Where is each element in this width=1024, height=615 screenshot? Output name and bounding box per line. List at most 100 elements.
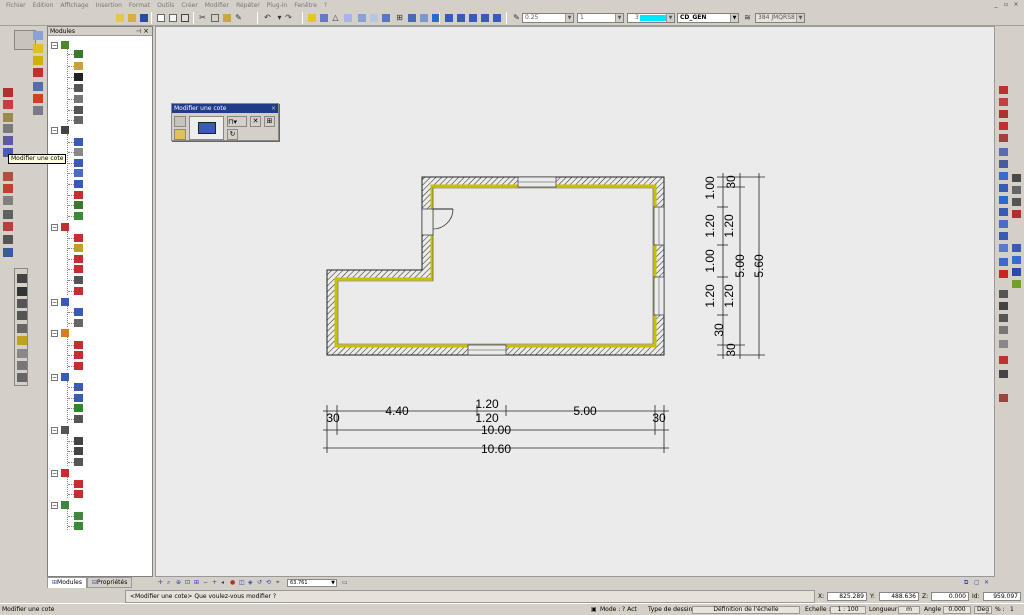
plan-icon[interactable]	[368, 12, 379, 23]
edit-tool-13-icon[interactable]	[999, 232, 1008, 240]
tab-properties[interactable]: ⊟Propriétés	[86, 577, 133, 588]
dim-bottom-5[interactable]: 30	[652, 411, 666, 425]
scale-value[interactable]: 1 : 100	[830, 606, 866, 614]
snap-angle-icon[interactable]	[3, 210, 13, 219]
paint-icon[interactable]	[418, 12, 429, 23]
percent-value[interactable]: 1	[1010, 606, 1014, 614]
window-d-icon[interactable]	[479, 12, 490, 23]
undo-icon[interactable]: ↶	[262, 12, 273, 23]
window-maximize-icon[interactable]: ▢	[974, 579, 981, 586]
dim-linear-icon[interactable]	[17, 274, 27, 283]
window-e-icon[interactable]	[491, 12, 502, 23]
edit-tool-2-icon[interactable]	[999, 98, 1008, 106]
module-item-icon[interactable]	[74, 265, 83, 273]
module-item-icon[interactable]	[74, 169, 83, 177]
dim-diameter-icon[interactable]	[17, 373, 27, 382]
edit-tool-6-icon[interactable]	[999, 148, 1008, 156]
dim-right-1[interactable]: 1.00	[703, 176, 717, 200]
dim-type-dropdown[interactable]: ⊓▾	[227, 116, 247, 127]
module-item-icon[interactable]	[74, 95, 83, 103]
menu-help[interactable]: ?	[324, 2, 327, 9]
module-item-icon[interactable]	[74, 480, 83, 488]
zoom-level-icon[interactable]: ⌖	[276, 579, 283, 586]
trim-tool-icon[interactable]	[1012, 210, 1021, 218]
dim-bottom-total-inner[interactable]: 10.00	[481, 423, 511, 437]
module-item-icon[interactable]	[74, 73, 83, 81]
dim-right-outer-total[interactable]: 5.60	[752, 254, 766, 278]
edit-tool-4-icon[interactable]	[999, 122, 1008, 130]
id-value[interactable]: 959.097	[983, 592, 1021, 601]
tree-collapse-icon[interactable]: −	[51, 470, 58, 477]
modify-dim-icon[interactable]	[999, 356, 1008, 364]
module-item-icon[interactable]	[74, 351, 83, 359]
dim-right-4[interactable]: 1.20	[703, 284, 717, 308]
zoom-all-icon[interactable]: ⊞	[194, 579, 201, 586]
line-type-select[interactable]: 1 ▼	[577, 13, 624, 23]
redraw-icon[interactable]: ●	[230, 579, 237, 586]
dim-arrow-icon[interactable]	[17, 287, 27, 296]
module-item-icon[interactable]	[74, 201, 83, 209]
dimension-style-button[interactable]	[189, 116, 224, 140]
align-icon[interactable]: ⊞	[264, 116, 275, 127]
dim-right-bottom[interactable]: 30	[724, 343, 738, 357]
module-group-icon[interactable]	[61, 41, 69, 49]
snap-ortho-icon[interactable]	[3, 222, 13, 231]
select-icon[interactable]	[33, 31, 43, 40]
module-item-icon[interactable]	[74, 415, 83, 423]
module-item-icon[interactable]	[74, 341, 83, 349]
module-item-icon[interactable]	[74, 106, 83, 114]
construct-icon[interactable]	[33, 68, 43, 77]
dim-bottom-1[interactable]: 30	[326, 411, 340, 425]
dim-right-2b[interactable]: 1.20	[722, 214, 736, 238]
copy-icon[interactable]	[167, 12, 178, 23]
layer-count-field[interactable]: 384 JMQRS8 ▼	[755, 13, 805, 23]
pencil-icon[interactable]	[33, 56, 43, 65]
dim-right-5[interactable]: 30	[712, 323, 726, 337]
dim-right-3[interactable]: 1.00	[703, 249, 717, 273]
module-item-icon[interactable]	[74, 138, 83, 146]
dim-cross-icon[interactable]	[17, 299, 27, 308]
x-coordinate[interactable]: 825.289	[827, 592, 867, 601]
module-item-icon[interactable]	[74, 458, 83, 466]
object-icon[interactable]: ⊞	[394, 12, 405, 23]
tree-collapse-icon[interactable]: −	[51, 502, 58, 509]
module-group-icon[interactable]	[61, 126, 69, 134]
mode-value[interactable]: ? Act	[622, 606, 637, 614]
module-item-icon[interactable]	[74, 394, 83, 402]
module-item-icon[interactable]	[74, 447, 83, 455]
sum-tool-icon[interactable]	[1012, 268, 1021, 276]
dim-elevation-icon[interactable]	[17, 336, 27, 345]
wall-icon[interactable]	[318, 12, 329, 23]
tree-collapse-icon[interactable]: −	[51, 42, 58, 49]
dim-chain-tool-icon[interactable]	[999, 370, 1008, 378]
dim-bottom-total-outer[interactable]: 10.60	[481, 442, 511, 456]
view-3d-icon[interactable]	[380, 12, 391, 23]
filter-tool-icon[interactable]	[1012, 280, 1021, 288]
edit-tool-1-icon[interactable]	[999, 86, 1008, 94]
edit-tool-12-icon[interactable]	[999, 220, 1008, 228]
module-group-icon[interactable]	[61, 329, 69, 337]
z-coordinate[interactable]: 0.000	[931, 592, 969, 601]
walls[interactable]	[326, 176, 665, 356]
color-select[interactable]: 3 ▼	[627, 13, 675, 23]
open-icon[interactable]	[114, 12, 125, 23]
print-preview-icon[interactable]	[155, 12, 166, 23]
menu-modifier[interactable]: Modifier	[205, 2, 229, 9]
section-icon[interactable]	[342, 12, 353, 23]
edit-tool-15-icon[interactable]	[999, 258, 1008, 266]
edit-tool-7-icon[interactable]	[999, 160, 1008, 168]
tree-collapse-icon[interactable]: −	[51, 374, 58, 381]
window-b-icon[interactable]	[455, 12, 466, 23]
module-item-icon[interactable]	[74, 319, 83, 327]
zoom-in-icon[interactable]: +	[212, 579, 219, 586]
dim-right-top[interactable]: 30	[724, 175, 738, 189]
zoom-window-icon[interactable]: ⊕	[176, 579, 183, 586]
dim-angle-icon[interactable]	[17, 349, 27, 358]
minimize-icon[interactable]: _	[992, 1, 1000, 8]
dim-bottom-3[interactable]: 1.20	[475, 397, 499, 411]
delete-icon[interactable]	[999, 270, 1008, 278]
menu-fichier[interactable]: Fichier	[6, 2, 26, 9]
module-item-icon[interactable]	[74, 308, 83, 316]
y-coordinate[interactable]: 488.636	[879, 592, 919, 601]
menu-edition[interactable]: Edition	[33, 2, 54, 9]
